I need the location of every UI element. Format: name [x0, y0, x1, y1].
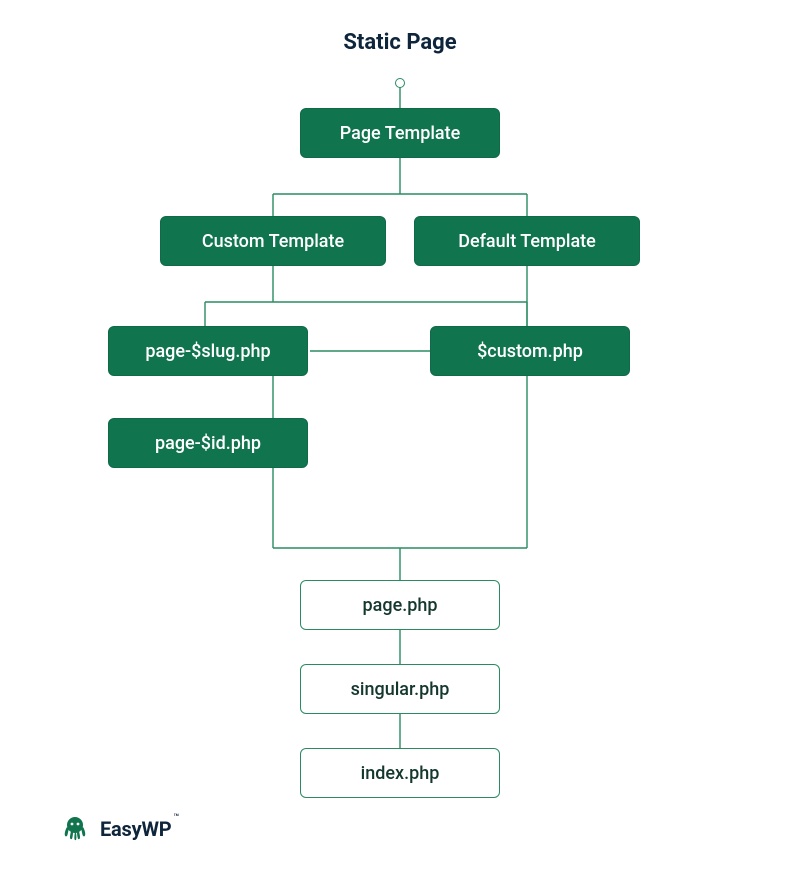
octopus-icon: [60, 814, 90, 844]
node-default-template: Default Template: [414, 216, 640, 266]
node-label: page-$id.php: [155, 433, 261, 454]
start-dot: [395, 78, 405, 88]
brand-logo: EasyWP™: [60, 814, 179, 844]
node-label: $custom.php: [477, 341, 583, 362]
node-label: Page Template: [340, 123, 461, 144]
node-label: page.php: [363, 595, 438, 616]
node-page-template: Page Template: [300, 108, 500, 158]
node-custom-template: Custom Template: [160, 216, 386, 266]
node-label: Custom Template: [202, 231, 344, 252]
node-page-php: page.php: [300, 580, 500, 630]
node-page-slug-php: page-$slug.php: [108, 326, 308, 376]
node-index-php: index.php: [300, 748, 500, 798]
diagram-title: Static Page: [0, 30, 800, 55]
brand-name: EasyWP™: [100, 817, 179, 841]
node-label: singular.php: [351, 679, 450, 700]
node-label: page-$slug.php: [145, 341, 270, 362]
node-label: Default Template: [458, 231, 596, 252]
node-singular-php: singular.php: [300, 664, 500, 714]
node-custom-php: $custom.php: [430, 326, 630, 376]
node-label: index.php: [361, 763, 440, 784]
node-page-id-php: page-$id.php: [108, 418, 308, 468]
